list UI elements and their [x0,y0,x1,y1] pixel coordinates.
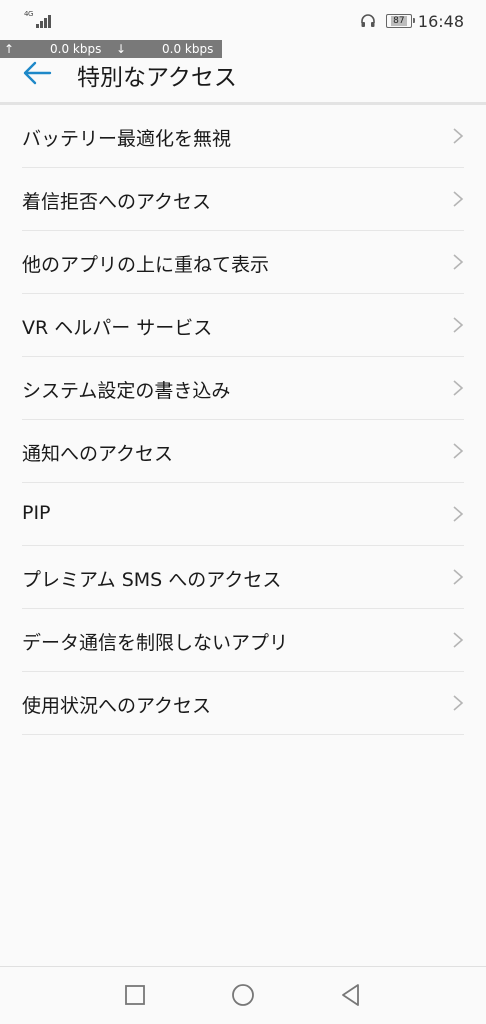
arrow-left-icon[interactable] [20,56,54,90]
list-item-write-system-settings[interactable]: システム設定の書き込み [22,357,464,420]
navigation-bar [0,967,486,1024]
status-right: 87 16:48 [360,10,464,32]
list-item-label: 他のアプリの上に重ねて表示 [22,254,270,276]
status-bar: 4G 87 16:48 [0,0,486,40]
special-access-list: バッテリー最適化を無視 着信拒否へのアクセス 他のアプリの上に重ねて表示 VR … [0,105,486,735]
triangle-back-icon[interactable] [337,981,365,1009]
list-item-vr-helper-services[interactable]: VR ヘルパー サービス [22,294,464,357]
chevron-right-icon [453,191,464,207]
chevron-right-icon [453,632,464,648]
battery-level: 87 [391,16,407,26]
chevron-right-icon [453,569,464,585]
list-item-label: 通知へのアクセス [22,443,174,465]
list-item-label: PIP [22,502,51,524]
list-item-notification-access[interactable]: 通知へのアクセス [22,420,464,483]
list-item-premium-sms-access[interactable]: プレミアム SMS へのアクセス [22,546,464,609]
list-item-label: バッテリー最適化を無視 [22,128,232,150]
chevron-right-icon [453,695,464,711]
chevron-right-icon [453,254,464,270]
screen: 4G 87 16:48 ↑ 0.0 kbps ↓ 0.0 kbps 特別なアクセ… [0,0,486,1024]
chevron-right-icon [453,317,464,333]
list-item-unrestricted-data[interactable]: データ通信を制限しないアプリ [22,609,464,672]
list-item-pip[interactable]: PIP [22,483,464,546]
signal-icon: 4G [24,10,54,28]
page-title: 特別なアクセス [77,65,237,91]
list-item-display-over-other-apps[interactable]: 他のアプリの上に重ねて表示 [22,231,464,294]
network-type: 4G [24,10,33,18]
app-header: 特別なアクセス [0,50,486,104]
list-item-label: データ通信を制限しないアプリ [22,632,289,654]
headset-icon [361,14,375,27]
circle-icon[interactable] [229,981,257,1009]
clock: 16:48 [417,11,464,31]
list-item-label: VR ヘルパー サービス [22,317,213,339]
chevron-right-icon [453,443,464,459]
chevron-right-icon [453,128,464,144]
chevron-right-icon [453,380,464,396]
battery-icon: 87 [385,14,415,28]
list-item-ignore-battery-optimization[interactable]: バッテリー最適化を無視 [22,105,464,168]
list-item-usage-access[interactable]: 使用状況へのアクセス [22,672,464,735]
list-item-label: 使用状況へのアクセス [22,695,212,717]
list-item-call-blocking-access[interactable]: 着信拒否へのアクセス [22,168,464,231]
list-item-label: プレミアム SMS へのアクセス [22,569,282,591]
list-item-label: 着信拒否へのアクセス [22,191,212,213]
square-icon[interactable] [121,981,149,1009]
list-item-label: システム設定の書き込み [22,380,231,402]
chevron-right-icon [453,506,464,522]
